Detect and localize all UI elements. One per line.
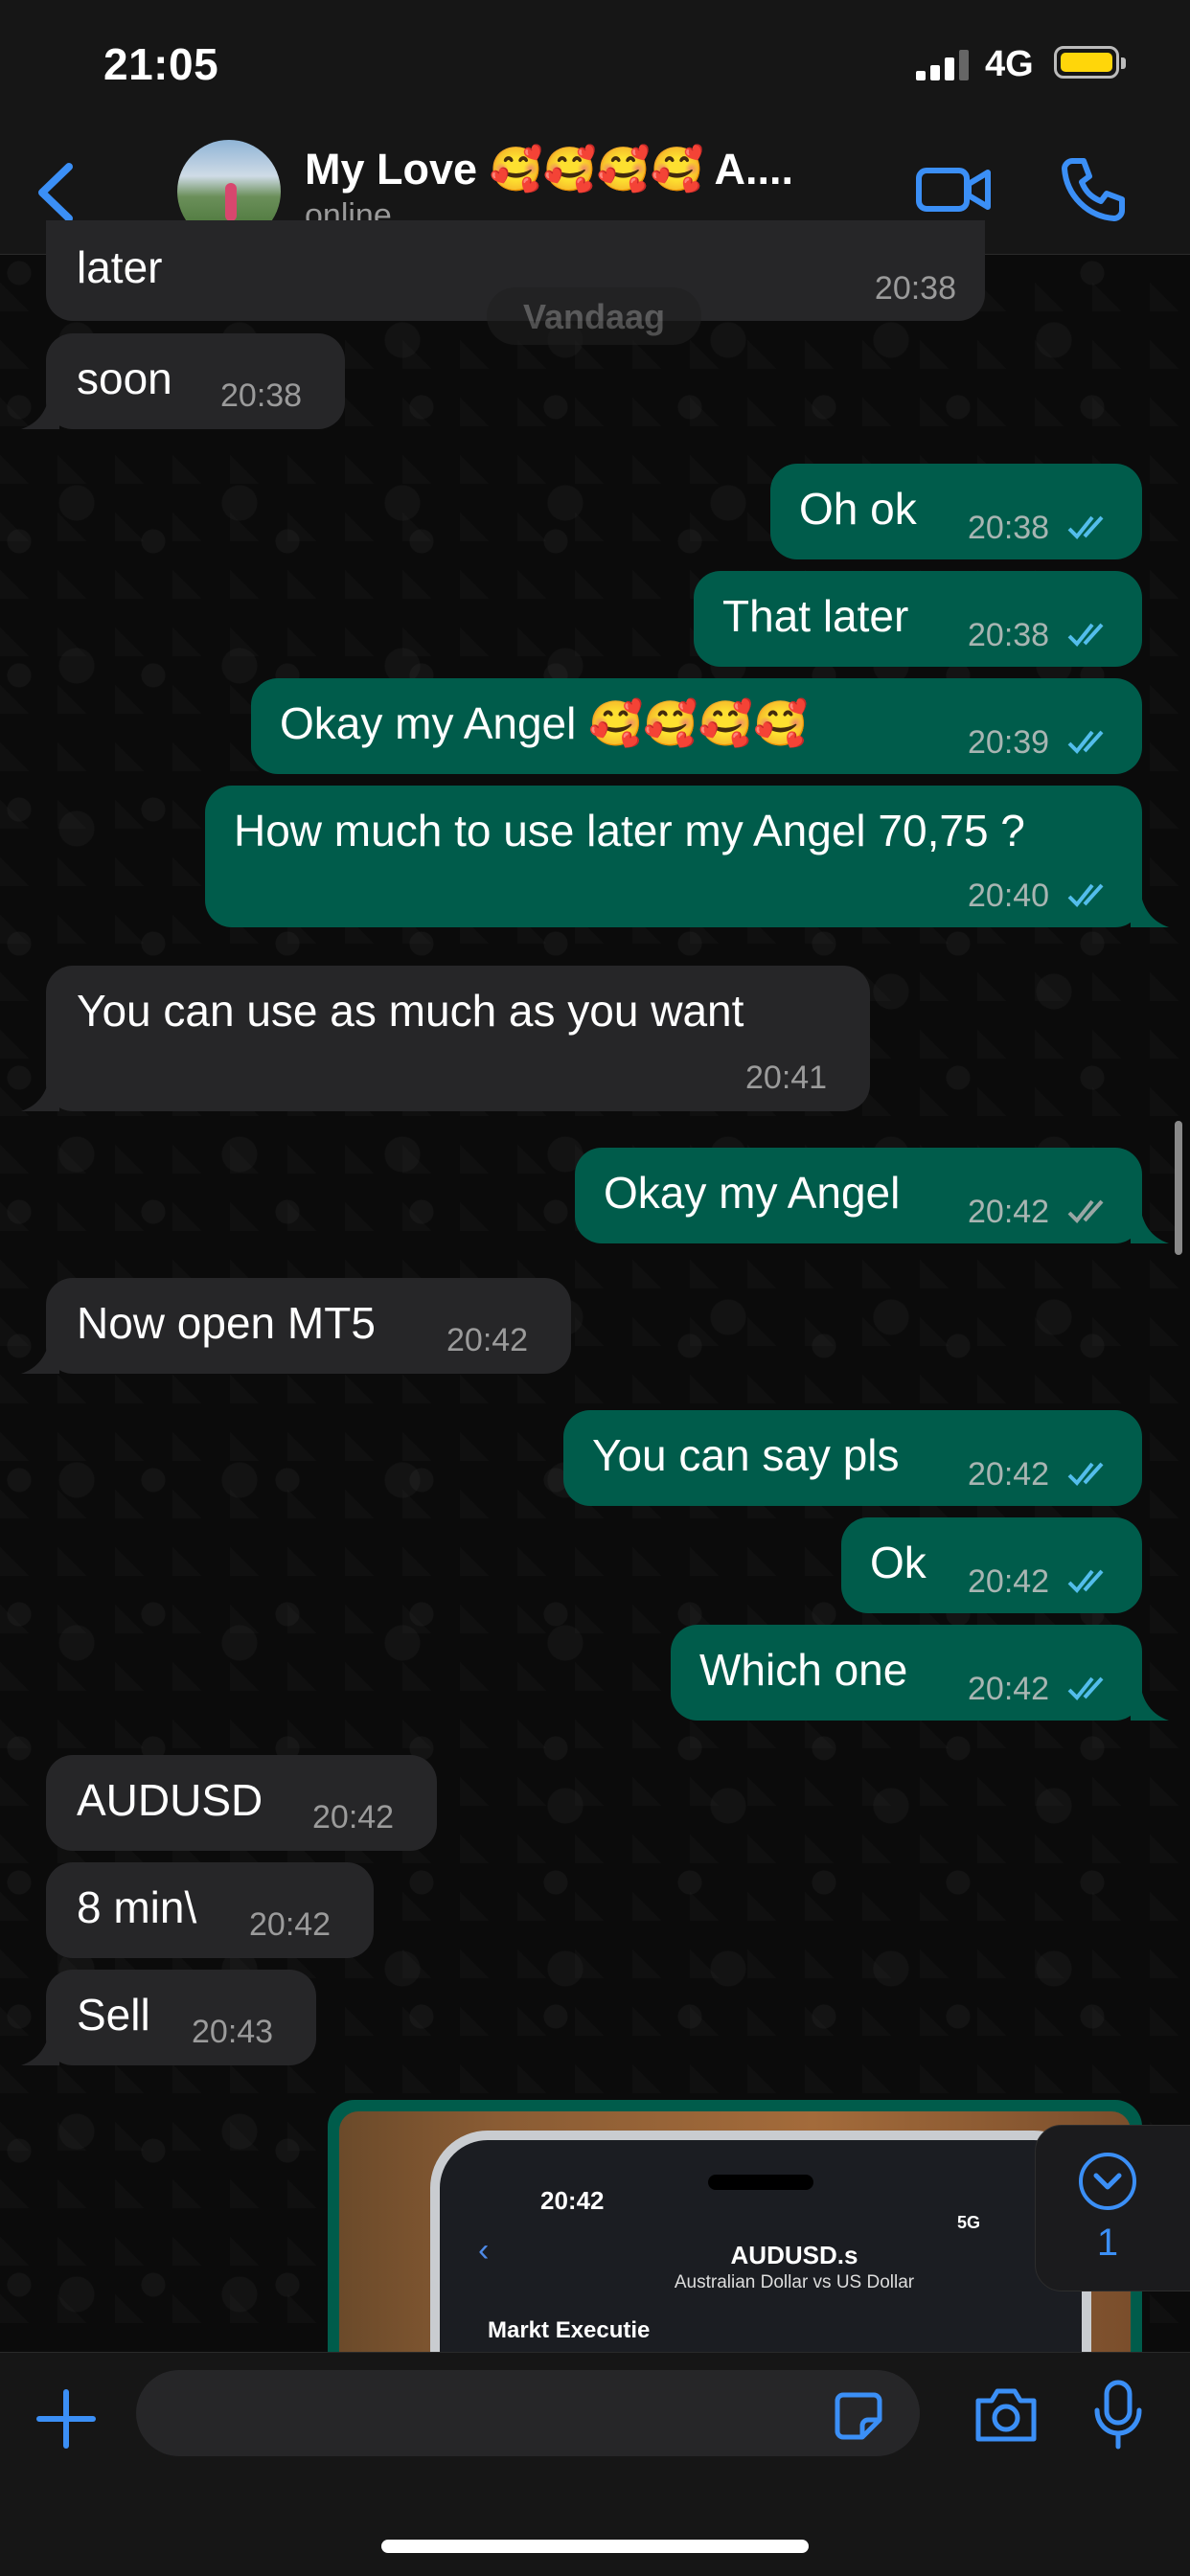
microphone-icon[interactable] (1092, 2380, 1144, 2451)
photo-back-chevron-icon: ‹ (478, 2232, 490, 2268)
message-text: That later (722, 591, 909, 641)
message-text: How much to use later my Angel 70,75 ? (234, 806, 1025, 855)
message-time: 20:42 (249, 1906, 332, 1943)
message-text: You can use as much as you want (77, 986, 744, 1036)
bubble-tail (21, 2027, 59, 2065)
message-time: 20:38 (874, 270, 956, 307)
outgoing-message[interactable]: Okay my Angel 20:42 (575, 1148, 1142, 1243)
message-time: 20:39 (968, 724, 1050, 761)
message-time: 20:42 (968, 1456, 1050, 1493)
contact-name[interactable]: My Love 🥰🥰🥰🥰 A.... (305, 144, 793, 194)
camera-icon[interactable] (973, 2385, 1040, 2445)
status-bar: 21:05 4G (0, 0, 1190, 134)
incoming-message[interactable]: Sell 20:43 (46, 1970, 316, 2065)
outgoing-image-message[interactable]: 20:42 5G ‹ AUDUSD.s Australian Dollar vs… (328, 2100, 1142, 2360)
message-text: Okay my Angel 🥰🥰🥰🥰 (280, 698, 809, 748)
message-text: later (77, 242, 163, 292)
phone-notch (708, 2175, 813, 2190)
incoming-message[interactable]: Now open MT5 20:42 (46, 1278, 571, 1374)
bubble-tail (1131, 1205, 1169, 1243)
read-ticks-icon (1067, 1569, 1104, 1593)
message-text: 8 min\ (77, 1882, 197, 1932)
photo-phone-time: 20:42 (540, 2186, 605, 2215)
message-time: 20:42 (968, 1563, 1050, 1600)
message-text: You can say pls (592, 1430, 900, 1480)
photo-symbol: AUDUSD.s (730, 2241, 858, 2269)
home-indicator[interactable] (381, 2540, 809, 2553)
photo-of-phone-screen: 20:42 5G ‹ AUDUSD.s Australian Dollar vs… (430, 2131, 1091, 2360)
scrollbar[interactable] (1175, 1121, 1182, 1255)
date-separator: Vandaag (487, 287, 701, 345)
network-type: 4G (985, 44, 1034, 84)
message-time: 20:41 (745, 1060, 828, 1096)
message-text: Sell (77, 1990, 150, 2040)
message-time: 20:42 (968, 1194, 1050, 1230)
message-time: 20:38 (968, 617, 1050, 653)
photo-execution-mode: Markt Executie (488, 2317, 651, 2343)
photo-symbol-description: Australian Dollar vs US Dollar (674, 2272, 915, 2292)
message-time: 20:42 (312, 1799, 395, 1835)
message-text: Okay my Angel (604, 1168, 901, 1218)
message-time: 20:38 (968, 510, 1050, 546)
status-time: 21:05 (103, 39, 219, 89)
bubble-tail (1131, 889, 1169, 927)
incoming-message[interactable]: AUDUSD 20:42 (46, 1755, 437, 1851)
delivered-ticks-icon (1067, 1199, 1104, 1223)
message-composer (0, 2352, 1190, 2576)
phone-call-icon[interactable] (1059, 155, 1126, 222)
message-time: 20:42 (446, 1322, 529, 1358)
outgoing-message[interactable]: Ok 20:42 (841, 1517, 1142, 1613)
read-ticks-icon (1067, 1462, 1104, 1486)
message-text: AUDUSD (77, 1775, 263, 1825)
message-text: soon (77, 353, 172, 403)
outgoing-message[interactable]: Okay my Angel 🥰🥰🥰🥰 20:39 (251, 678, 1142, 774)
bubble-tail (1131, 1682, 1169, 1721)
message-time: 20:43 (192, 2014, 274, 2050)
message-text: Ok (870, 1538, 927, 1587)
message-input[interactable] (136, 2370, 920, 2456)
message-time: 20:38 (220, 377, 303, 414)
message-text: Which one (699, 1645, 908, 1695)
battery-icon (1054, 46, 1126, 79)
chevron-down-circle-icon (1079, 2153, 1136, 2210)
sticker-icon[interactable] (834, 2391, 883, 2441)
read-ticks-icon (1067, 515, 1104, 539)
outgoing-message[interactable]: You can say pls 20:42 (563, 1410, 1142, 1506)
message-text: Now open MT5 (77, 1298, 376, 1348)
incoming-message[interactable]: 8 min\ 20:42 (46, 1862, 374, 1958)
signal-icon (916, 50, 970, 80)
read-ticks-icon (1067, 1676, 1104, 1700)
bubble-tail (21, 1073, 59, 1111)
photo-phone-network: 5G (957, 2213, 981, 2232)
incoming-message[interactable]: You can use as much as you want 20:41 (46, 966, 870, 1111)
message-time: 20:42 (968, 1671, 1050, 1707)
date-separator-label: Vandaag (522, 297, 666, 336)
plus-icon[interactable] (34, 2386, 99, 2451)
image-preview[interactable]: 20:42 5G ‹ AUDUSD.s Australian Dollar vs… (339, 2111, 1131, 2360)
message-time: 20:40 (968, 878, 1050, 914)
bubble-tail (21, 1335, 59, 1374)
read-ticks-icon (1067, 730, 1104, 754)
video-call-icon[interactable] (915, 161, 992, 218)
read-ticks-icon (1067, 883, 1104, 907)
read-ticks-icon (1067, 623, 1104, 647)
outgoing-message[interactable]: How much to use later my Angel 70,75 ? 2… (205, 786, 1142, 927)
scroll-to-bottom-button[interactable]: 1 (1035, 2125, 1190, 2291)
message-text: Oh ok (799, 484, 917, 534)
incoming-message[interactable]: soon 20:38 (46, 333, 345, 429)
back-chevron-icon[interactable] (29, 159, 86, 226)
outgoing-message[interactable]: Which one 20:42 (671, 1625, 1142, 1721)
unread-count: 1 (1096, 2222, 1119, 2264)
outgoing-message[interactable]: That later 20:38 (694, 571, 1142, 667)
bubble-tail (21, 391, 59, 429)
outgoing-message[interactable]: Oh ok 20:38 (770, 464, 1142, 559)
